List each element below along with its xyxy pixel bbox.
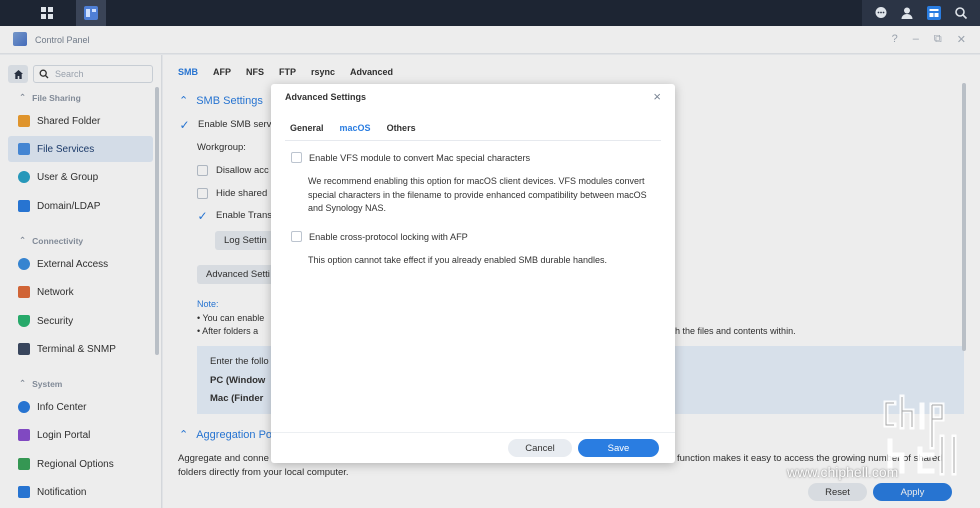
widgets-icon[interactable] (926, 5, 942, 21)
tabs-divider (285, 140, 661, 141)
main-menu-button[interactable] (25, 0, 69, 26)
tab-others[interactable]: Others (387, 123, 416, 133)
vfs-module-row[interactable]: Enable VFS module to convert Mac special… (291, 152, 530, 163)
close-icon[interactable]: × (653, 89, 661, 104)
chat-icon[interactable] (874, 6, 888, 20)
vfs-module-checkbox[interactable] (291, 152, 302, 163)
dialog-title: Advanced Settings (285, 92, 367, 102)
search-icon[interactable] (954, 6, 968, 20)
dialog-tabs: General macOS Others (290, 123, 416, 133)
grid-icon (41, 7, 53, 19)
afp-locking-description: This option cannot take effect if you al… (308, 255, 608, 265)
afp-locking-row[interactable]: Enable cross-protocol locking with AFP (291, 231, 468, 242)
vfs-module-label: Enable VFS module to convert Mac special… (309, 152, 531, 163)
watermark-text: www.chiphell.com (787, 464, 899, 480)
vfs-module-description: We recommend enabling this option for ma… (308, 176, 647, 213)
dialog-footer-divider (271, 432, 675, 433)
tab-general[interactable]: General (290, 123, 324, 133)
taskbar (0, 0, 980, 26)
tab-macos[interactable]: macOS (340, 123, 371, 133)
control-panel-icon (84, 6, 98, 20)
taskbar-tray (862, 0, 980, 26)
user-icon[interactable] (900, 6, 914, 20)
cancel-button[interactable]: Cancel (508, 439, 572, 457)
afp-locking-checkbox[interactable] (291, 231, 302, 242)
taskbar-control-panel[interactable] (76, 0, 106, 26)
afp-locking-label: Enable cross-protocol locking with AFP (309, 231, 468, 242)
save-button[interactable]: Save (578, 439, 659, 457)
advanced-settings-dialog: Advanced Settings × General macOS Others… (271, 84, 675, 463)
